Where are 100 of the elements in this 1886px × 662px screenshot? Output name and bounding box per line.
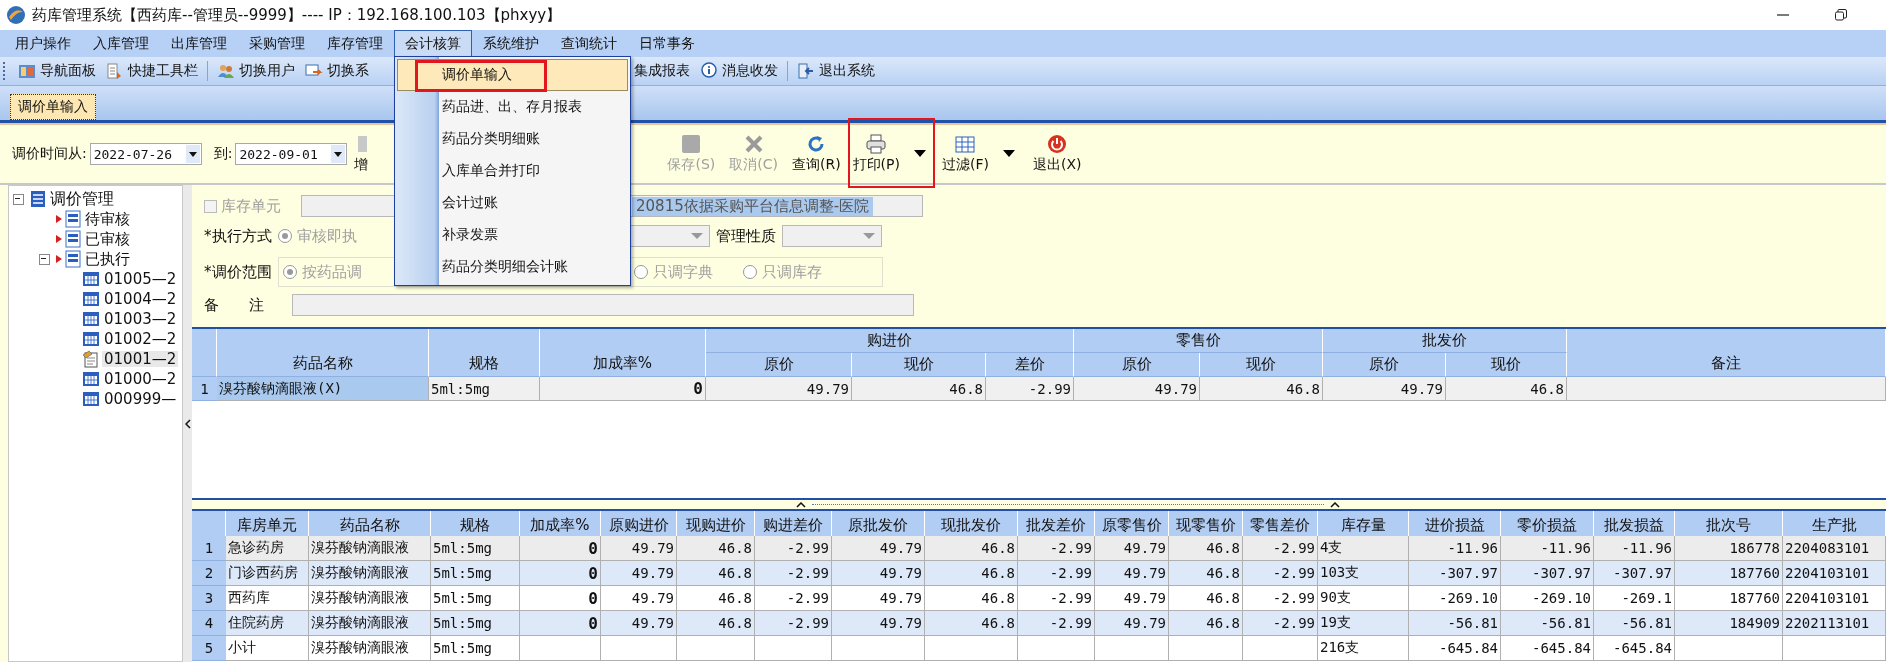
table-cell: 0: [520, 561, 601, 586]
window-title: 药库管理系统【西药库--管理员--9999】---- IP：192.168.100.103【phxyy】: [32, 5, 562, 25]
table-cell: 46.8: [677, 611, 755, 636]
column-header: 原价: [1323, 353, 1446, 377]
table-cell: 49.79: [832, 611, 925, 636]
table-cell: 49.79: [601, 586, 677, 611]
column-header: 规格: [429, 329, 540, 377]
table-cell: 46.8: [1200, 377, 1323, 401]
row-number: 4: [192, 611, 226, 636]
table-cell: -269.10: [1501, 586, 1594, 611]
table-cell: -2.99: [1018, 536, 1095, 561]
table-cell: 5ml:5mg: [431, 561, 520, 586]
column-header: 现价: [852, 353, 986, 377]
table-cell: 186778: [1675, 536, 1783, 561]
table-cell: 49.79: [1074, 377, 1200, 401]
radio-label: 审核即执: [296, 226, 357, 246]
table-cell: 19支: [1318, 611, 1409, 636]
table-cell: 46.8: [1169, 536, 1243, 561]
table-cell: -2.99: [1243, 611, 1318, 636]
table-cell: 住院药房: [226, 611, 309, 636]
table-cell: 溴芬酸钠滴眼液(X): [217, 377, 429, 401]
table-cell: -2.99: [1018, 586, 1095, 611]
table-cell: -56.81: [1594, 611, 1675, 636]
table-cell: 187760: [1675, 561, 1783, 586]
table-cell: 46.8: [925, 611, 1018, 636]
column-header: 现价: [1200, 353, 1323, 377]
table-cell: 2204103101: [1783, 561, 1886, 586]
column-header: 备注: [1567, 329, 1886, 377]
table-cell: -2.99: [1018, 561, 1095, 586]
radio-label: 只调字典: [652, 262, 713, 282]
table-cell: -2.99: [1243, 536, 1318, 561]
field-label: *调价范围: [204, 262, 272, 282]
table-cell: 溴芬酸钠滴眼液: [309, 536, 431, 561]
table-cell: 49.79: [1095, 561, 1169, 586]
table-cell: 49.79: [1323, 377, 1446, 401]
table-cell: 5ml:5mg: [431, 636, 520, 661]
table-cell: -56.81: [1409, 611, 1501, 636]
field-label: 备 注: [204, 295, 265, 315]
column-header: 原价: [1074, 353, 1200, 377]
table-cell: 49.79: [1095, 536, 1169, 561]
table-cell: 5ml:5mg: [429, 377, 540, 401]
table-cell: 急诊药房: [226, 536, 309, 561]
table-cell: -2.99: [755, 536, 832, 561]
table-cell: -2.99: [755, 586, 832, 611]
column-group-header: 零售价: [1074, 329, 1323, 353]
table-cell: 溴芬酸钠滴眼液: [309, 636, 431, 661]
table-cell: -307.97: [1409, 561, 1501, 586]
radio-label: 按药品调: [301, 262, 362, 282]
table-cell: 49.79: [832, 536, 925, 561]
column-header: 药品名称: [217, 329, 429, 377]
table-cell: -2.99: [755, 611, 832, 636]
table-cell: 46.8: [677, 536, 755, 561]
table-cell: 4支: [1318, 536, 1409, 561]
column-header: 差价: [986, 353, 1074, 377]
table-cell: 184909: [1675, 611, 1783, 636]
column-header: 加成率%: [540, 329, 706, 377]
row-number: 5: [192, 636, 226, 661]
table-cell: 溴芬酸钠滴眼液: [309, 611, 431, 636]
table-cell: -645.84: [1409, 636, 1501, 661]
table-cell: -307.97: [1501, 561, 1594, 586]
table-cell: 103支: [1318, 561, 1409, 586]
date-to-label: 到:: [213, 145, 233, 163]
table-cell: -2.99: [1018, 611, 1095, 636]
table-cell: 2204103101: [1783, 586, 1886, 611]
table-cell: -2.99: [1243, 561, 1318, 586]
table-cell: -2.99: [986, 377, 1074, 401]
table-cell: -645.84: [1501, 636, 1594, 661]
table-cell: 溴芬酸钠滴眼液: [309, 586, 431, 611]
table-cell: -11.96: [1594, 536, 1675, 561]
table-cell: 46.8: [1446, 377, 1567, 401]
field-label: 管理性质: [715, 226, 776, 246]
row-number: 2: [192, 561, 226, 586]
table-cell: 46.8: [925, 586, 1018, 611]
table-cell: 2202113101: [1783, 611, 1886, 636]
table-cell: 46.8: [1169, 611, 1243, 636]
table-cell: -269.1: [1594, 586, 1675, 611]
table-cell: 46.8: [1169, 561, 1243, 586]
table-cell: 216支: [1318, 636, 1409, 661]
table-cell: 0: [520, 586, 601, 611]
table-cell: 46.8: [925, 561, 1018, 586]
table-cell: 46.8: [677, 561, 755, 586]
table-cell: -2.99: [755, 561, 832, 586]
table-cell: 0: [540, 377, 706, 401]
table-cell: 49.79: [601, 611, 677, 636]
table-cell: -269.10: [1409, 586, 1501, 611]
table-cell: -56.81: [1501, 611, 1594, 636]
table-cell: 溴芬酸钠滴眼液: [309, 561, 431, 586]
row-number: 1: [192, 536, 226, 561]
row-number: 1: [192, 377, 217, 401]
table-cell: -2.99: [1243, 586, 1318, 611]
table-cell: 46.8: [852, 377, 986, 401]
table-cell: 46.8: [677, 586, 755, 611]
table-cell: 90支: [1318, 586, 1409, 611]
table-cell: 49.79: [601, 561, 677, 586]
table-cell: 187760: [1675, 586, 1783, 611]
table-cell: 46.8: [1169, 586, 1243, 611]
table-cell: 5ml:5mg: [431, 586, 520, 611]
table-cell: 49.79: [1095, 611, 1169, 636]
field-label: *执行方式: [204, 226, 272, 246]
column-group-header: 批发价: [1323, 329, 1567, 353]
